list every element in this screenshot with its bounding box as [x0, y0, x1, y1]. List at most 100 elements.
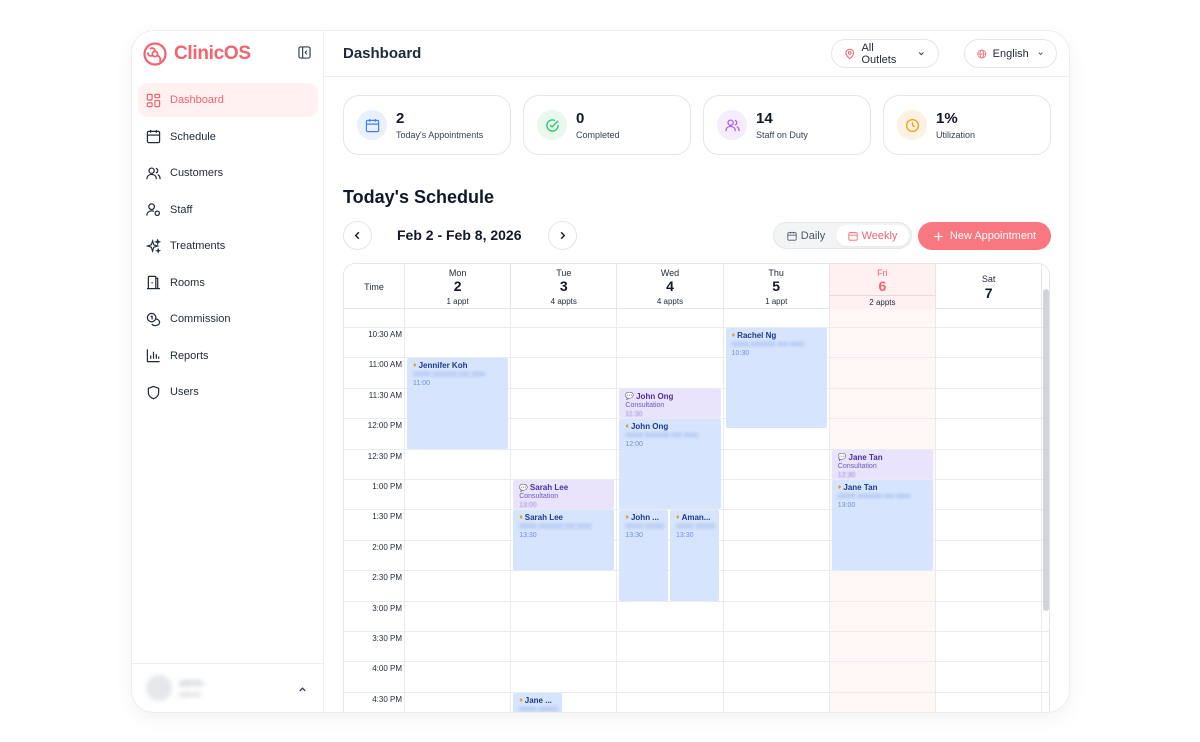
calendar-header: Time Mon 2 1 appt Tue 3 4 appts Wed 4 4 appts Thu…: [344, 264, 1049, 309]
treatment-icon: ♦: [837, 484, 842, 491]
sidebar-item-schedule[interactable]: Schedule: [138, 120, 318, 154]
grid-column-line: [510, 309, 511, 712]
users-icon: [146, 166, 161, 179]
chevron-up-icon[interactable]: [297, 684, 308, 695]
day-header-wed[interactable]: Wed 4 4 appts: [617, 264, 724, 309]
appointment-customer-name: Jane Tan: [843, 483, 878, 492]
day-header-mon[interactable]: Mon 2 1 appt: [405, 264, 512, 309]
appointment-block[interactable]: ♦Jane ...xxxxx xxxxxxx xxx xxxx: [513, 692, 562, 712]
appointment-time: 11:00: [413, 380, 430, 388]
appointment-customer: 💬 Sarah Lee: [519, 483, 610, 492]
appointment-customer-name: Aman...: [681, 513, 711, 523]
sidebar-item-treatments[interactable]: Treatments: [138, 229, 318, 263]
appointment-block[interactable]: 💬 Jane Tan Consultation 12:30: [831, 449, 933, 479]
treatment-icon: ♦: [519, 696, 523, 704]
brand[interactable]: ClinicOS: [143, 41, 251, 67]
check-circle-icon: [545, 118, 559, 132]
day-number: 5: [772, 278, 781, 294]
appointment-customer: ♦ Sarah Lee: [519, 513, 610, 522]
app-window: ClinicOS Dashboard Schedule Customers St…: [132, 31, 1069, 712]
outlet-selector[interactable]: All Outlets: [831, 39, 939, 68]
time-slot-label: 2:00 PM: [372, 543, 402, 552]
sidebar-item-reports[interactable]: Reports: [138, 339, 318, 373]
day-name: Tue: [556, 268, 572, 278]
sidebar-item-label: Reports: [170, 349, 209, 362]
language-selector[interactable]: English: [964, 39, 1057, 68]
user-menu[interactable]: admin admin: [132, 663, 324, 712]
appointment-customer: ♦ John ...: [625, 513, 664, 522]
appointment-service-redacted: xxxxx xxxxxxx xxx xxxx: [413, 371, 486, 379]
stat-icon-wrap: [897, 110, 927, 140]
calendar-scrollbar[interactable]: [1043, 289, 1049, 611]
appointment-customer: ♦ John Ong: [625, 422, 716, 431]
weekly-view-button[interactable]: Weekly: [836, 225, 909, 246]
appointment-block[interactable]: ♦ Rachel Ng xxxxx xxxxxxx xxx xxxx 10:30: [725, 328, 827, 429]
stat-value: 2: [396, 110, 405, 127]
date-range: Feb 2 - Feb 8, 2026: [397, 227, 522, 243]
day-header-fri[interactable]: Fri 6 2 appts: [829, 264, 936, 309]
day-header-thu[interactable]: Thu 5 1 appt: [724, 264, 830, 309]
user-role: admin: [179, 690, 201, 699]
language-label: English: [992, 47, 1029, 60]
sidebar-item-label: Dashboard: [170, 94, 224, 106]
day-name: Sat: [981, 274, 996, 284]
users-icon: [724, 118, 740, 131]
appointment-time: 13:30: [625, 532, 643, 540]
time-slot-label: 4:00 PM: [372, 664, 402, 673]
sidebar-item-commission[interactable]: Commission: [138, 302, 318, 336]
time-slot-label: 1:00 PM: [372, 482, 402, 491]
appointment-block[interactable]: ♦ Jane Tan xxxxx xxxxxxx xxx xxxx 13:00: [831, 480, 933, 571]
stat-value: 14: [756, 110, 773, 127]
sidebar-item-rooms[interactable]: Rooms: [138, 266, 318, 300]
appointment-block[interactable]: ♦ John Ong xxxxx xxxxxxx xxx xxxx 12:00: [619, 419, 721, 510]
chevron-down-icon: [919, 52, 925, 56]
stat-card-utilization: 1% Utilization: [883, 95, 1051, 155]
appointment-type: Consultation: [625, 401, 665, 409]
time-slot-label: 12:30 PM: [367, 452, 402, 461]
appointment-block[interactable]: ♦John ...xxxxx xxxxxxx xxx xxxx13:30: [619, 510, 668, 601]
appointment-service-redacted: xxxxx xxxxxxx xxx xxxx: [676, 523, 715, 531]
day-number: 3: [559, 278, 568, 294]
time-slot-label: 12:00 PM: [367, 421, 402, 430]
treatment-icon: ♦: [731, 332, 736, 339]
appointment-block[interactable]: ♦Aman...xxxxx xxxxxxx xxx xxxx13:30: [670, 510, 719, 601]
sidebar-item-dashboard[interactable]: Dashboard: [138, 83, 318, 117]
door-icon: [146, 275, 161, 290]
appointment-customer-name: Jane Tan: [848, 452, 883, 462]
sidebar-item-staff[interactable]: Staff: [138, 193, 318, 227]
day-header-sat[interactable]: Sat 7: [936, 264, 1043, 309]
daily-view-button[interactable]: Daily: [776, 225, 836, 246]
day-name: Fri: [877, 268, 888, 278]
time-slot-label: 4:30 PM: [372, 695, 402, 704]
appointment-block[interactable]: 💬 Sarah Lee Consultation 13:00: [513, 480, 615, 510]
appointment-block[interactable]: ♦ Jennifer Koh xxxxx xxxxxxx xxx xxxx 11:00: [407, 358, 509, 449]
sidebar-item-users[interactable]: Users: [138, 375, 318, 409]
appointment-customer: ♦ Aman...: [676, 513, 715, 522]
time-column-header: Time: [344, 264, 405, 309]
collapse-sidebar-icon[interactable]: [298, 46, 311, 59]
appointment-block[interactable]: 💬 John Ong Consultation 11:30: [619, 388, 721, 419]
appointment-service-redacted: xxxxx xxxxxxx xxx xxxx: [625, 432, 698, 440]
week-calendar: Time Mon 2 1 appt Tue 3 4 appts Wed 4 4 appts Thu…: [343, 263, 1050, 712]
grid-column-line: [829, 309, 830, 712]
appointment-block[interactable]: ♦ Sarah Lee xxxxx xxxxxxx xxx xxxx 13:30: [513, 510, 615, 571]
chevron-left-icon: [354, 231, 360, 240]
sidebar-item-label: Staff: [170, 203, 193, 216]
time-slot-label: 3:30 PM: [372, 634, 402, 643]
appointment-service-redacted: xxxxx xxxxxxx xxx xxxx: [837, 493, 911, 500]
appointment-customer-name: John Ong: [630, 422, 669, 432]
new-appointment-button[interactable]: New Appointment: [918, 222, 1051, 250]
time-slot-label: 10:30 AM: [368, 330, 402, 339]
day-header-tue[interactable]: Tue 3 4 appts: [511, 264, 618, 309]
appointment-time: 13:00: [519, 502, 537, 509]
stat-label: Utilization: [936, 130, 976, 140]
prev-week-button[interactable]: [343, 221, 372, 250]
top-header: Dashboard All Outlets English: [325, 31, 1069, 77]
grid-column-line: [1041, 309, 1042, 712]
next-week-button[interactable]: [548, 221, 577, 250]
outlet-label: All Outlets: [861, 41, 897, 66]
chat-icon: 💬: [625, 393, 635, 401]
appointment-customer-name: Sarah Lee: [524, 513, 564, 523]
appointment-time: 13:30: [676, 532, 694, 540]
sidebar-item-customers[interactable]: Customers: [138, 156, 318, 190]
